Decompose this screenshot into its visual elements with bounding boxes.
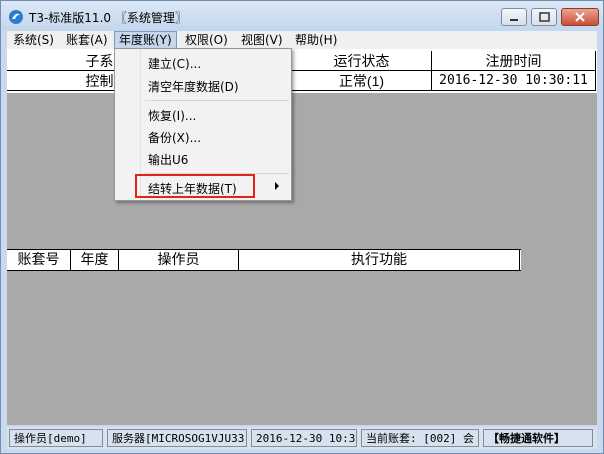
status-brand: 【畅捷通软件】 [483, 429, 593, 447]
menu-item-create[interactable]: 建立(C)... [148, 55, 201, 72]
client-area: 子系统 运行状态 注册时间 控制台 正常(1) 2016-12-30 10:30… [7, 49, 597, 425]
cell-register-time: 2016-12-30 10:30:11 [432, 71, 596, 91]
status-datetime: 2016-12-30 10:30 [251, 429, 357, 447]
maximize-icon [539, 12, 550, 22]
menu-bar: 系统(S) 账套(A) 年度账(Y) 权限(O) 视图(V) 帮助(H) [7, 31, 597, 49]
menu-help[interactable]: 帮助(H) [291, 31, 341, 49]
cell-run-status: 正常(1) [292, 71, 432, 91]
minimize-button[interactable] [501, 8, 527, 26]
menu-system[interactable]: 系统(S) [9, 31, 58, 49]
status-bar: 操作员[demo] 服务器[MICROSOG1VJU33] 2016-12-30… [7, 427, 597, 449]
close-icon [575, 12, 585, 22]
submenu-arrow-icon [275, 182, 279, 190]
window-title: T3-标准版11.0 〖系统管理〗 [29, 11, 187, 25]
header-run-status: 运行状态 [292, 51, 432, 71]
menu-account[interactable]: 账套(A) [62, 31, 112, 49]
table-row[interactable]: 控制台 正常(1) 2016-12-30 10:30:11 [7, 71, 597, 91]
menu-item-restore[interactable]: 恢复(I)... [148, 107, 196, 124]
menu-item-export-u6[interactable]: 输出U6 [148, 151, 188, 168]
title-bar[interactable]: T3-标准版11.0 〖系统管理〗 [1, 1, 603, 31]
status-server: 服务器[MICROSOG1VJU33] [107, 429, 247, 447]
header-operator: 操作员 [119, 250, 239, 270]
menu-permission[interactable]: 权限(O) [181, 31, 232, 49]
status-operator: 操作员[demo] [9, 429, 103, 447]
menu-item-backup[interactable]: 备份(X)... [148, 129, 201, 146]
header-register-time: 注册时间 [432, 51, 596, 71]
highlight-box [135, 174, 255, 198]
menu-view[interactable]: 视图(V) [237, 31, 287, 49]
menu-separator [145, 100, 289, 101]
close-button[interactable] [561, 8, 599, 26]
status-current-account: 当前账套: [002] 会 [361, 429, 479, 447]
app-logo-icon [9, 10, 23, 24]
header-year: 年度 [71, 250, 119, 270]
header-account-no: 账套号 [7, 250, 71, 270]
menu-annual-account[interactable]: 年度账(Y) [114, 31, 177, 49]
subsystem-table-header: 子系统 运行状态 注册时间 [7, 51, 597, 71]
application-window: T3-标准版11.0 〖系统管理〗 系统(S) 账套(A) 年度账(Y) 权限(… [0, 0, 604, 454]
minimize-icon [510, 19, 518, 21]
header-function: 执行功能 [239, 250, 520, 270]
log-table-header: 账套号 年度 操作员 执行功能 [7, 249, 521, 271]
subsystem-table: 子系统 运行状态 注册时间 控制台 正常(1) 2016-12-30 10:30… [7, 49, 597, 93]
menu-item-clear-annual-data[interactable]: 清空年度数据(D) [148, 78, 239, 95]
maximize-button[interactable] [531, 8, 557, 26]
